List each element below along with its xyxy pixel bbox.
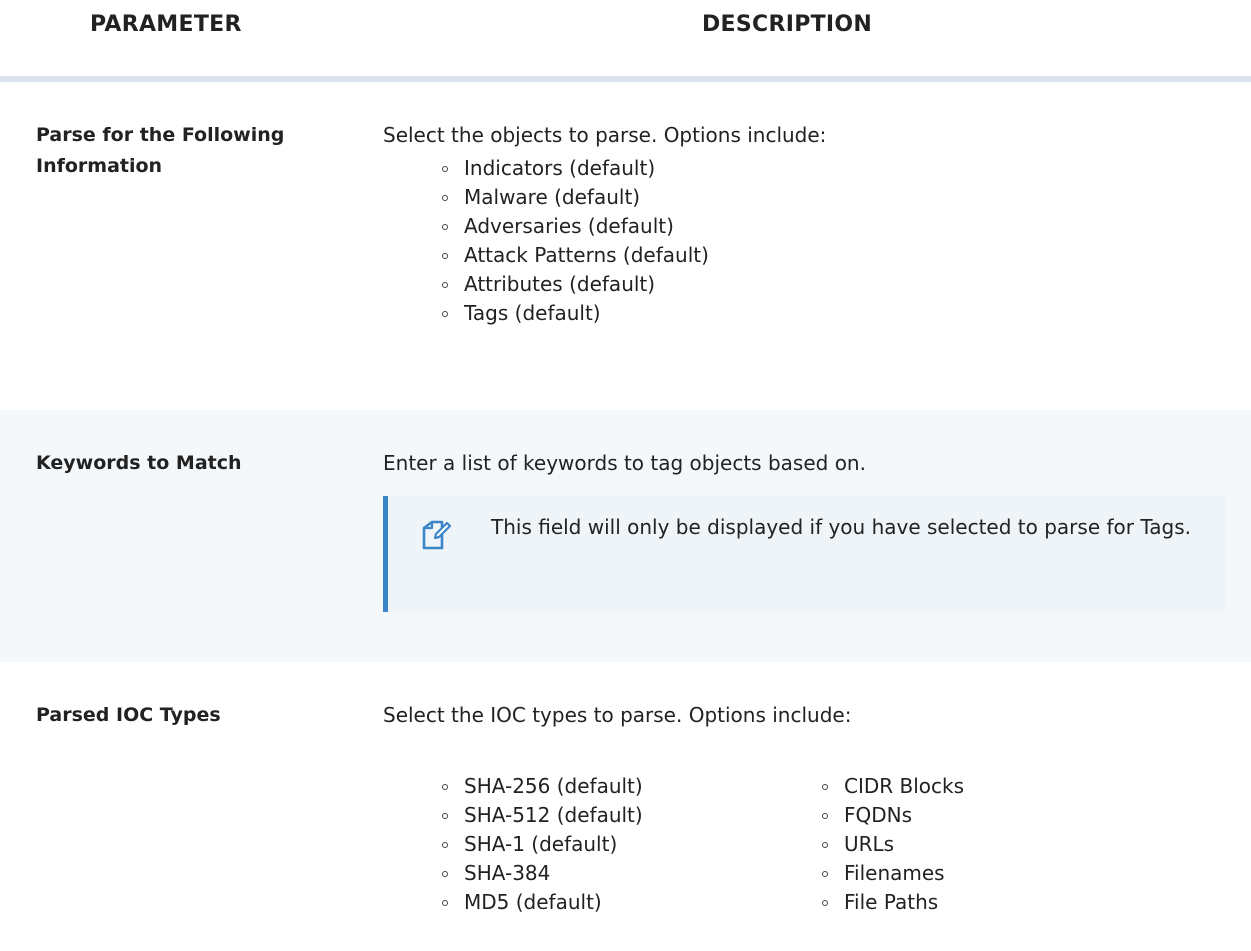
- parameter-table: PARAMETER DESCRIPTION Parse for the Foll…: [0, 0, 1251, 951]
- list-item: SHA-1 (default): [438, 830, 643, 859]
- list-item: SHA-384: [438, 859, 643, 888]
- options-list: Indicators (default) Malware (default) A…: [438, 154, 709, 328]
- header-parameter: PARAMETER: [90, 12, 242, 37]
- list-item: Filenames: [818, 859, 964, 888]
- list-item: Attributes (default): [438, 270, 709, 299]
- header-description: DESCRIPTION: [702, 12, 873, 37]
- list-item: Indicators (default): [438, 154, 709, 183]
- list-item: Tags (default): [438, 299, 709, 328]
- options-list-right: CIDR Blocks FQDNs URLs Filenames File Pa…: [818, 772, 964, 917]
- list-item: URLs: [818, 830, 964, 859]
- parameter-name: Parsed IOC Types: [36, 704, 221, 726]
- note-callout: This field will only be displayed if you…: [383, 496, 1225, 612]
- list-item: SHA-512 (default): [438, 801, 643, 830]
- table-header: PARAMETER DESCRIPTION: [0, 0, 1251, 82]
- parameter-description: Select the objects to parse. Options inc…: [383, 123, 827, 147]
- list-item: Malware (default): [438, 183, 709, 212]
- list-item: File Paths: [818, 888, 964, 917]
- table-row: Parse for the Following Information Sele…: [0, 82, 1251, 410]
- options-list-left: SHA-256 (default) SHA-512 (default) SHA-…: [438, 772, 643, 917]
- table-row: Parsed IOC Types Select the IOC types to…: [0, 662, 1251, 951]
- list-item: CIDR Blocks: [818, 772, 964, 801]
- list-item: SHA-256 (default): [438, 772, 643, 801]
- note-icon: [420, 518, 454, 552]
- list-item: FQDNs: [818, 801, 964, 830]
- table-row: Keywords to Match Enter a list of keywor…: [0, 410, 1251, 662]
- parameter-name: Parse for the Following Information: [36, 124, 285, 177]
- list-item: Adversaries (default): [438, 212, 709, 241]
- list-item: Attack Patterns (default): [438, 241, 709, 270]
- parameter-name: Keywords to Match: [36, 452, 242, 474]
- list-item: MD5 (default): [438, 888, 643, 917]
- note-text: This field will only be displayed if you…: [491, 515, 1191, 539]
- parameter-description: Select the IOC types to parse. Options i…: [383, 703, 852, 727]
- parameter-description: Enter a list of keywords to tag objects …: [383, 451, 866, 475]
